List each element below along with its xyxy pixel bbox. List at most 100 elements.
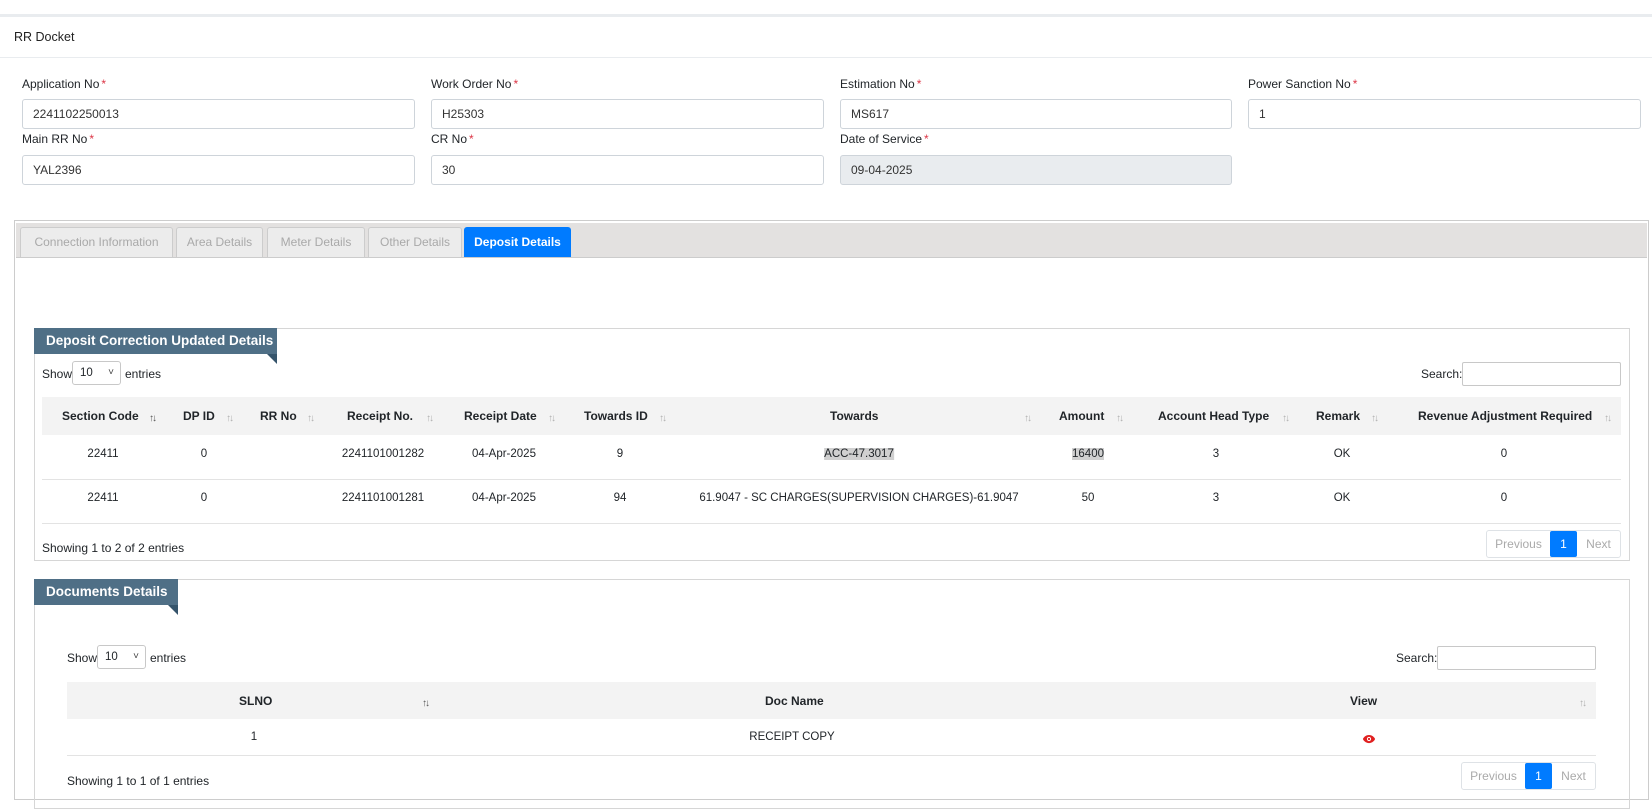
column-header[interactable]: Receipt Date	[464, 409, 537, 423]
table-cell: OK	[1333, 448, 1351, 460]
table-cell: 22411	[87, 492, 119, 504]
column-header[interactable]: Receipt No.	[347, 409, 413, 423]
column-header[interactable]: Remark	[1316, 409, 1360, 423]
cr-no-input[interactable]: 30	[431, 155, 824, 185]
required-mark: *	[101, 77, 107, 91]
pagination: Previous 1 Next	[1461, 762, 1596, 790]
table-info: Showing 1 to 2 of 2 entries	[42, 541, 185, 555]
table-cell: 0	[200, 448, 208, 460]
date-of-service-label: Date of Service *	[840, 132, 929, 146]
search-label: Search:	[1396, 651, 1438, 665]
show-label: Show	[42, 367, 73, 381]
sort-icon: ↑↓	[1116, 413, 1124, 424]
entries-select[interactable]: 10 ˅	[72, 361, 121, 385]
sort-icon: ↑↓	[422, 698, 430, 709]
chevron-down-icon: ˅	[108, 367, 114, 378]
table-cell: RECEIPT COPY	[749, 731, 835, 743]
entries-label: entries	[150, 651, 187, 665]
estimation-no-label: Estimation No *	[840, 77, 922, 91]
tab-other-details[interactable]: Other Details	[368, 227, 462, 257]
sort-icon: ↑↓	[1371, 413, 1379, 424]
main-rr-no-label: Main RR No *	[22, 132, 95, 146]
row-divider	[42, 523, 1621, 524]
table-cell: 0	[1500, 492, 1508, 504]
sort-icon: ↑↓	[1604, 413, 1612, 424]
column-header[interactable]: Section Code	[62, 409, 139, 423]
eye-icon[interactable]	[1362, 733, 1376, 747]
tab-deposit-details[interactable]: Deposit Details	[464, 227, 571, 257]
ribbon-tail	[168, 605, 178, 615]
column-header[interactable]: SLNO	[239, 694, 272, 708]
search-input[interactable]	[1462, 362, 1621, 386]
previous-button[interactable]: Previous	[1462, 763, 1525, 789]
table-cell: 3	[1212, 448, 1220, 460]
power-sanction-no-input[interactable]: 1	[1248, 99, 1641, 129]
required-mark: *	[916, 77, 922, 91]
sort-icon: ↑↓	[659, 413, 667, 424]
column-header[interactable]: Doc Name	[765, 694, 824, 708]
column-header[interactable]: DP ID	[183, 409, 215, 423]
table-cell: 2241101001281	[341, 492, 425, 504]
entries-select[interactable]: 10 ˅	[97, 645, 146, 669]
show-label: Show	[67, 651, 98, 665]
table-cell: OK	[1333, 492, 1351, 504]
column-header[interactable]: Amount	[1059, 409, 1104, 423]
table-info: Showing 1 to 1 of 1 entries	[67, 774, 210, 788]
table-cell: 50	[1081, 492, 1095, 504]
table-cell: 61.9047 - SC CHARGES(SUPERVISION CHARGES…	[699, 492, 1019, 504]
page-1-button[interactable]: 1	[1525, 763, 1552, 789]
table-cell: 94	[613, 492, 627, 504]
main-rr-no-input[interactable]: YAL2396	[22, 155, 415, 185]
application-no-input[interactable]: 2241102250013	[22, 99, 415, 129]
sort-icon: ↑↓	[1282, 413, 1290, 424]
table-cell: 1	[250, 731, 258, 743]
ribbon-tail	[267, 354, 277, 364]
table-cell: 22411	[87, 448, 119, 460]
previous-button[interactable]: Previous	[1487, 531, 1550, 557]
table-cell: 3	[1212, 492, 1220, 504]
sort-icon: ↑↓	[307, 413, 315, 424]
table-cell: ACC-47.3017	[824, 448, 894, 460]
sort-icon: ↑↓	[548, 413, 556, 424]
tab-connection-information[interactable]: Connection Information	[20, 227, 173, 257]
column-header[interactable]: Revenue Adjustment Required	[1418, 409, 1592, 423]
tab-meter-details[interactable]: Meter Details	[267, 227, 365, 257]
search-input[interactable]	[1437, 646, 1596, 670]
next-button[interactable]: Next	[1577, 531, 1620, 557]
column-header[interactable]: Towards	[830, 409, 878, 423]
required-mark: *	[924, 132, 929, 146]
pagination: Previous 1 Next	[1486, 530, 1621, 558]
table-cell: 2241101001282	[341, 448, 425, 460]
required-mark: *	[469, 132, 474, 146]
sort-icon: ↑↓	[149, 413, 157, 424]
top-bar	[0, 0, 1652, 17]
work-order-no-input[interactable]: H25303	[431, 99, 824, 129]
search-label: Search:	[1421, 367, 1463, 381]
title-divider	[0, 57, 1652, 58]
chevron-down-icon: ˅	[133, 651, 139, 662]
column-header[interactable]: View	[1350, 694, 1377, 708]
sort-icon: ↑↓	[426, 413, 434, 424]
required-mark: *	[1352, 77, 1358, 91]
page-1-button[interactable]: 1	[1550, 531, 1577, 557]
table-cell: 16400	[1072, 448, 1104, 460]
application-no-label: Application No *	[22, 77, 107, 91]
column-header[interactable]: Account Head Type	[1158, 409, 1269, 423]
work-order-no-label: Work Order No *	[431, 77, 519, 91]
table-cell: 0	[1500, 448, 1508, 460]
table-cell: 04-Apr-2025	[472, 448, 536, 460]
page-title: RR Docket	[14, 30, 75, 44]
next-button[interactable]: Next	[1552, 763, 1595, 789]
power-sanction-no-label: Power Sanction No *	[1248, 77, 1358, 91]
estimation-no-input[interactable]: MS617	[840, 99, 1232, 129]
date-of-service-input: 09-04-2025	[840, 155, 1232, 185]
sort-icon: ↑↓	[226, 413, 234, 424]
column-header[interactable]: RR No	[260, 409, 297, 423]
tab-area-details[interactable]: Area Details	[176, 227, 263, 257]
column-header[interactable]: Towards ID	[584, 409, 648, 423]
entries-label: entries	[125, 367, 162, 381]
table-cell: 04-Apr-2025	[472, 492, 536, 504]
row-divider	[67, 755, 1596, 756]
row-divider	[42, 479, 1621, 480]
sort-icon: ↑↓	[1579, 698, 1587, 709]
